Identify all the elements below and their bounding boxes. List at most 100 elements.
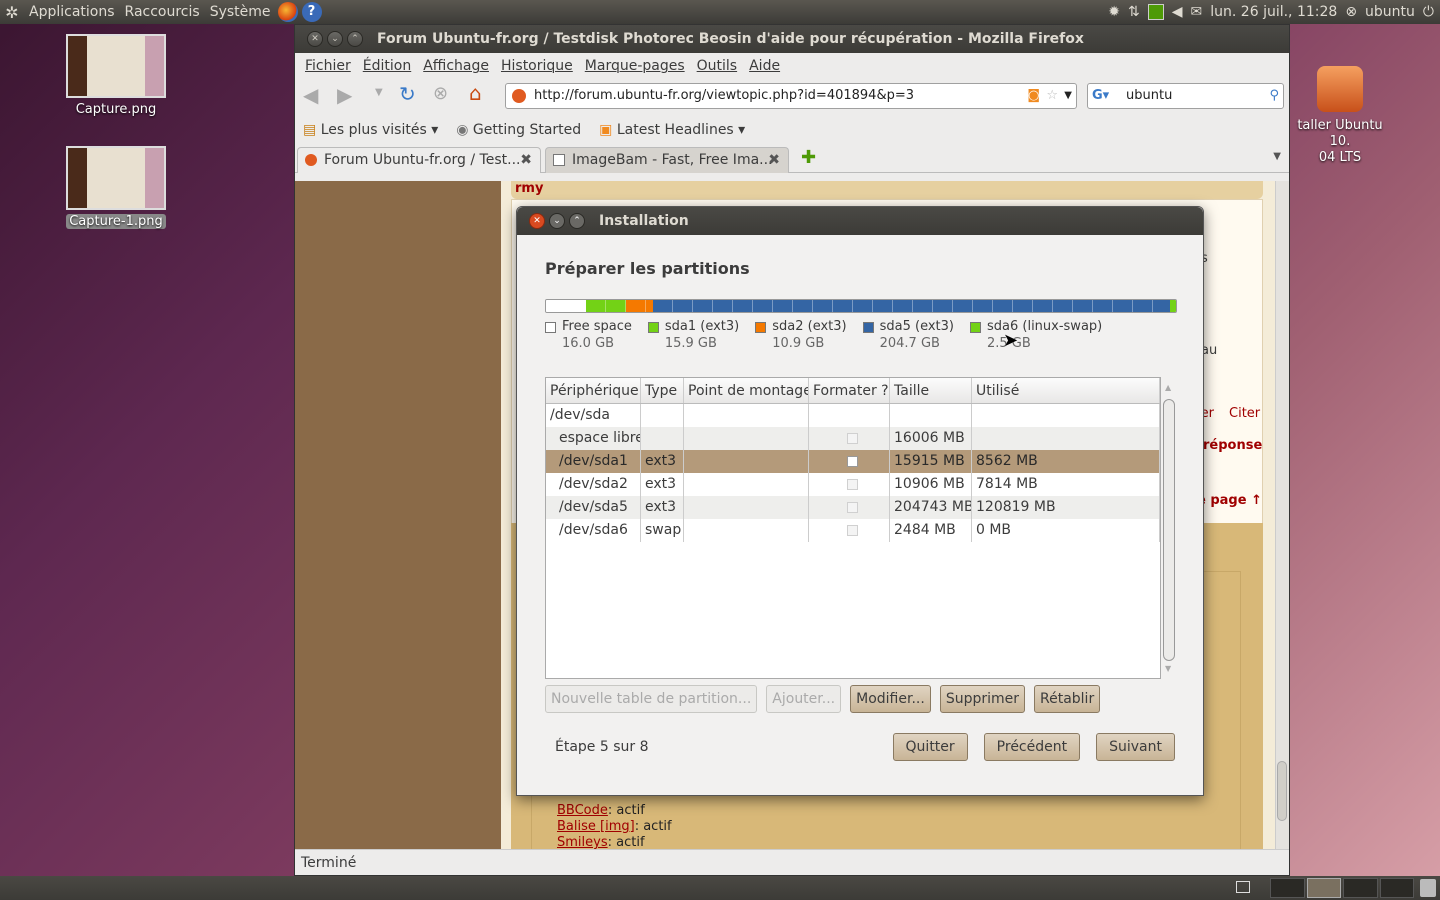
show-desktop-icon[interactable] [1236, 881, 1250, 893]
back-button[interactable]: Précédent [983, 733, 1081, 761]
legend-free: Free space 16.0 GB [545, 319, 632, 351]
workspace-2[interactable] [1306, 878, 1341, 898]
delete-button[interactable]: Supprimer [939, 685, 1025, 713]
new-partition-table-button[interactable]: Nouvelle table de partition... [545, 685, 758, 713]
scroll-thumb[interactable] [1277, 761, 1287, 821]
table-row[interactable]: /dev/sda2 ext3 10906 MB 7814 MB [546, 473, 1160, 496]
table-scrollbar[interactable]: ▲ ▼ [1163, 383, 1175, 673]
menu-tools[interactable]: Outils [691, 58, 743, 74]
tab-forum[interactable]: Forum Ubuntu-fr.org / Test... ✖ [297, 147, 541, 173]
maximize-icon[interactable]: ⌃ [347, 31, 363, 47]
close-tab-icon[interactable]: ✖ [520, 148, 532, 172]
search-icon[interactable]: ⚲ [1269, 84, 1279, 108]
applications-menu[interactable]: Applications [24, 0, 120, 24]
format-checkbox[interactable] [847, 501, 858, 513]
google-icon[interactable]: G▾ [1092, 84, 1109, 108]
img-tag-link[interactable]: Balise [img] [557, 819, 635, 834]
quit-button[interactable]: Quitter [892, 733, 968, 761]
column-header-device[interactable]: Périphérique [546, 378, 641, 403]
scroll-down-icon[interactable]: ▼ [1165, 664, 1171, 673]
desktop-icon-capture[interactable]: Capture.png [64, 34, 168, 117]
back-icon[interactable]: ◀ [303, 83, 318, 107]
workspace-switcher[interactable] [1270, 878, 1414, 898]
menu-help[interactable]: Aide [743, 58, 786, 74]
workspace-4[interactable] [1379, 878, 1414, 898]
user-status-icon[interactable]: ⊗ [1345, 4, 1357, 20]
format-checkbox[interactable] [847, 478, 858, 490]
menu-history[interactable]: Historique [495, 58, 579, 74]
url-bar[interactable]: http://forum.ubuntu-fr.org/viewtopic.php… [505, 83, 1077, 109]
bookmark-getting-started[interactable]: ◉ Getting Started [456, 122, 581, 138]
column-header-type[interactable]: Type [641, 378, 684, 403]
trash-icon[interactable] [1420, 879, 1436, 897]
minimize-icon[interactable]: ⌄ [327, 31, 343, 47]
reload-icon[interactable]: ↻ [399, 82, 416, 106]
home-icon[interactable]: ⌂ [469, 81, 482, 105]
shortcuts-menu[interactable]: Raccourcis [120, 0, 205, 24]
desktop-icon-capture-1[interactable]: Capture-1.png [64, 146, 168, 229]
tab-list-icon[interactable]: ▼ [1273, 151, 1281, 162]
network-icon[interactable]: ⇅ [1128, 4, 1140, 20]
system-menu[interactable]: Système [205, 0, 276, 24]
close-tab-icon[interactable]: ✖ [768, 148, 780, 172]
tab-label: Forum Ubuntu-fr.org / Test... [324, 152, 521, 168]
forward-button[interactable]: Suivant [1096, 733, 1175, 761]
post-author[interactable]: rmy [515, 181, 543, 196]
scroll-up-icon[interactable]: ▲ [1165, 383, 1171, 392]
column-header-format[interactable]: Formater ? [809, 378, 890, 403]
table-row[interactable]: espace libre 16006 MB [546, 427, 1160, 450]
mail-icon[interactable]: ✉ [1191, 4, 1203, 20]
close-icon[interactable]: ✕ [529, 213, 545, 229]
close-icon[interactable]: ✕ [307, 31, 323, 47]
menu-file[interactable]: Fichier [299, 58, 357, 74]
format-checkbox[interactable] [847, 432, 858, 444]
clock[interactable]: lun. 26 juil., 11:28 [1210, 4, 1337, 20]
table-row[interactable]: /dev/sda6 swap 2484 MB 0 MB [546, 519, 1160, 542]
url-dropdown-icon[interactable]: ▼ [1064, 84, 1072, 108]
forward-icon[interactable]: ▶ [337, 83, 352, 107]
menu-bookmarks[interactable]: Marque-pages [579, 58, 691, 74]
ubuntu-logo-icon[interactable]: ✲ [0, 3, 24, 22]
tab-imagebam[interactable]: ImageBam - Fast, Free Ima... ✖ [545, 147, 789, 173]
bug-icon[interactable]: ✹ [1108, 4, 1120, 20]
stop-icon[interactable]: ⊗ [433, 83, 448, 104]
table-row[interactable]: /dev/sda5 ext3 204743 MB 120819 MB [546, 496, 1160, 519]
table-row[interactable]: /dev/sda [546, 404, 1160, 427]
bookmark-latest-headlines[interactable]: ▣ Latest Headlines ▾ [599, 122, 745, 138]
menu-view[interactable]: Affichage [417, 58, 495, 74]
workspace-3[interactable] [1343, 878, 1378, 898]
star-icon[interactable]: ☆ [1046, 84, 1058, 108]
column-header-mount[interactable]: Point de montage [684, 378, 809, 403]
maximize-icon[interactable]: ⌃ [569, 213, 585, 229]
change-button[interactable]: Modifier... [850, 685, 931, 713]
add-button[interactable]: Ajouter... [766, 685, 842, 713]
revert-button[interactable]: Rétablir [1034, 685, 1101, 713]
battery-icon[interactable] [1147, 4, 1164, 20]
desktop-icon-installer[interactable]: taller Ubuntu 10. 04 LTS [1290, 66, 1390, 166]
new-tab-icon[interactable]: ✚ [801, 147, 816, 168]
column-header-size[interactable]: Taille [890, 378, 972, 403]
rss-icon[interactable]: ◙ [1027, 84, 1040, 108]
scroll-thumb[interactable] [1163, 399, 1175, 661]
reply-link[interactable]: réponse [1203, 438, 1262, 453]
smileys-link[interactable]: Smileys [557, 835, 608, 849]
volume-icon[interactable]: ◀ [1172, 4, 1183, 20]
bookmark-most-visited[interactable]: ▤ Les plus visités ▾ [303, 122, 438, 138]
table-row[interactable]: /dev/sda1 ext3 15915 MB 8562 MB [546, 450, 1160, 473]
workspace-1[interactable] [1270, 878, 1305, 898]
menu-edit[interactable]: Édition [357, 58, 417, 74]
format-checkbox[interactable] [847, 524, 858, 536]
minimize-icon[interactable]: ⌄ [549, 213, 565, 229]
quote-link[interactable]: Citer [1229, 406, 1260, 421]
page-scrollbar[interactable] [1275, 181, 1289, 849]
top-of-page-link[interactable]: e page ↑ [1197, 493, 1262, 508]
search-bar[interactable]: G▾ ubuntu ⚲ [1087, 83, 1284, 109]
firefox-icon[interactable] [277, 2, 298, 22]
history-dropdown-icon[interactable]: ▼ [375, 87, 383, 98]
bbcode-link[interactable]: BBCode [557, 803, 608, 818]
help-icon[interactable]: ? [301, 2, 322, 22]
column-header-used[interactable]: Utilisé [972, 378, 1160, 403]
format-checkbox[interactable] [847, 455, 858, 467]
user-name[interactable]: ubuntu [1365, 4, 1415, 20]
power-icon[interactable]: ⏻ [1423, 4, 1434, 20]
